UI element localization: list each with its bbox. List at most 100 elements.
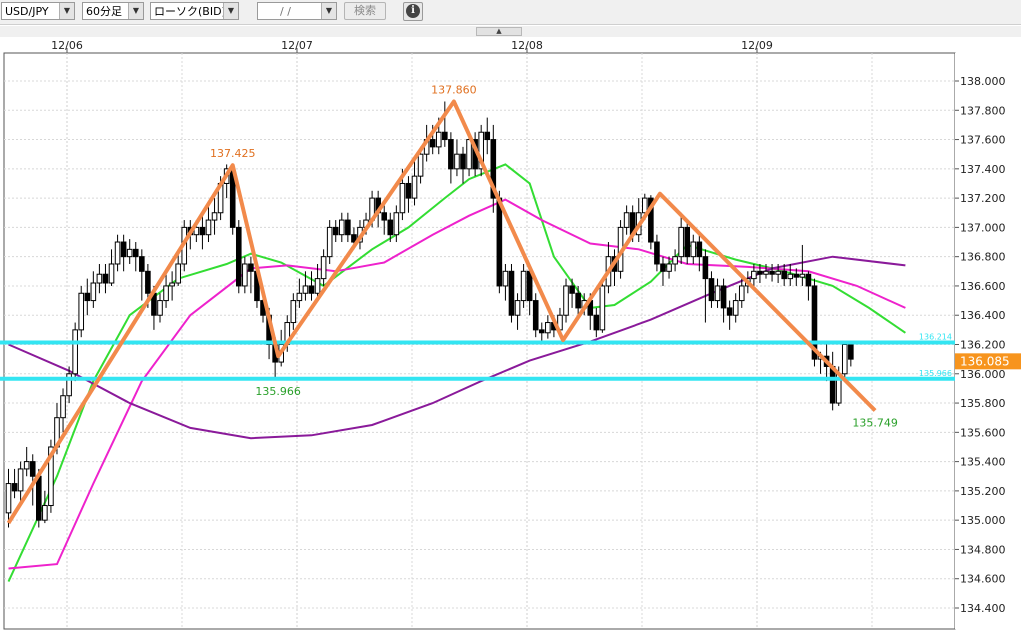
support-line-label: 136.214 <box>919 332 952 341</box>
candle-body <box>769 270 775 275</box>
candle-body <box>11 483 18 492</box>
candle-body <box>381 212 388 221</box>
candle-body <box>84 292 91 302</box>
chevron-down-icon: ▼ <box>59 3 74 19</box>
y-tick-label: 136.600 <box>960 280 1006 293</box>
candle-body <box>332 226 339 236</box>
y-tick-label: 134.800 <box>960 543 1006 556</box>
candle-body <box>36 475 42 521</box>
candle-body <box>732 300 739 316</box>
candle-body <box>454 153 460 170</box>
candle-body <box>799 273 806 278</box>
y-tick-label: 135.000 <box>960 514 1006 527</box>
candle-body <box>114 241 121 265</box>
current-price-label: 136.085 <box>960 354 1010 368</box>
candle-body <box>399 182 406 214</box>
candle-body <box>502 270 509 287</box>
candle-body <box>666 263 672 272</box>
candle-body <box>17 468 24 492</box>
price-chart[interactable]: 134.400 134.600 134.800 135.000 135.200 135.4… <box>0 37 1021 633</box>
candle-body <box>593 314 600 331</box>
candle-body <box>326 226 333 258</box>
timeframe-select[interactable]: 60分足 ▼ <box>82 2 144 20</box>
y-tick-label: 135.600 <box>960 426 1006 439</box>
candle-body <box>387 219 394 236</box>
y-tick-label: 137.800 <box>960 104 1006 117</box>
candle-body <box>793 273 800 278</box>
info-button[interactable]: i <box>403 2 423 21</box>
candle-body <box>157 300 163 316</box>
candle-body <box>714 285 721 302</box>
candle-body <box>460 153 466 170</box>
pivot-label: 135.749 <box>852 417 898 430</box>
candle-body <box>726 307 733 316</box>
candle-body <box>805 273 812 287</box>
candle-body <box>532 300 539 331</box>
symbol-select-label: USD/JPY <box>5 5 49 18</box>
pivot-label: 137.860 <box>431 83 477 96</box>
y-tick-label: 135.400 <box>960 456 1006 469</box>
candle-body <box>132 248 139 258</box>
y-tick-label: 137.000 <box>960 221 1006 234</box>
candle-body <box>751 270 757 280</box>
candle-body <box>5 483 12 514</box>
candle-body <box>126 248 133 258</box>
y-tick-label: 136.800 <box>960 251 1006 264</box>
candle-body <box>763 270 769 275</box>
candle-body <box>738 285 745 302</box>
symbol-select[interactable]: USD/JPY ▼ <box>1 2 75 20</box>
candle-body <box>60 395 66 419</box>
x-tick-label: 12/08 <box>511 39 543 52</box>
candle-body <box>757 270 763 275</box>
candle-body <box>393 212 400 236</box>
candle-body <box>314 278 321 294</box>
candle-body <box>720 285 727 309</box>
candle-body <box>308 285 315 294</box>
y-tick-label: 136.200 <box>960 339 1006 352</box>
candle-body <box>405 182 412 199</box>
chart-style-select[interactable]: ローソク(BID) ▼ <box>150 2 239 20</box>
y-tick-label: 135.800 <box>960 397 1006 410</box>
y-tick-label: 134.400 <box>960 602 1006 615</box>
candle-body <box>139 256 145 272</box>
candle-body <box>175 263 181 284</box>
candle-body <box>526 270 533 302</box>
candle-body <box>235 226 242 287</box>
pivot-label: 135.966 <box>255 385 301 398</box>
pivot-label: 137.425 <box>210 147 256 160</box>
candle-body <box>242 263 248 287</box>
y-tick-label: 134.600 <box>960 573 1006 586</box>
candle-body <box>484 131 491 141</box>
x-tick-label: 12/06 <box>51 39 83 52</box>
y-tick-label: 137.200 <box>960 192 1006 205</box>
x-tick-label: 12/09 <box>741 39 773 52</box>
info-icon: i <box>406 4 420 18</box>
candle-body <box>320 256 327 280</box>
y-tick-label: 135.200 <box>960 485 1006 498</box>
candle-body <box>696 241 703 258</box>
candle-body <box>708 278 715 302</box>
date-input[interactable]: / / ▼ <box>257 2 337 20</box>
candle-body <box>78 292 85 331</box>
candle-body <box>96 273 103 284</box>
candle-body <box>672 256 678 265</box>
candle-body <box>508 270 515 316</box>
candle-body <box>787 273 794 280</box>
date-input-value: / / <box>280 5 291 18</box>
candle-body <box>102 273 109 284</box>
candle-body <box>290 300 297 324</box>
candle-body <box>466 139 472 170</box>
candle-body <box>29 461 36 477</box>
candle-body <box>211 212 218 221</box>
y-tick-label: 137.400 <box>960 163 1006 176</box>
timeframe-select-label: 60分足 <box>86 5 122 18</box>
candle-body <box>145 270 151 294</box>
candle-body <box>575 292 581 309</box>
candle-body <box>848 344 854 360</box>
search-button[interactable]: 検索 <box>344 2 386 20</box>
candle-body <box>120 241 127 258</box>
candle-body <box>563 285 569 316</box>
collapse-button[interactable]: ▲ <box>476 27 522 36</box>
candle-body <box>538 329 545 334</box>
candle-body <box>411 175 418 199</box>
